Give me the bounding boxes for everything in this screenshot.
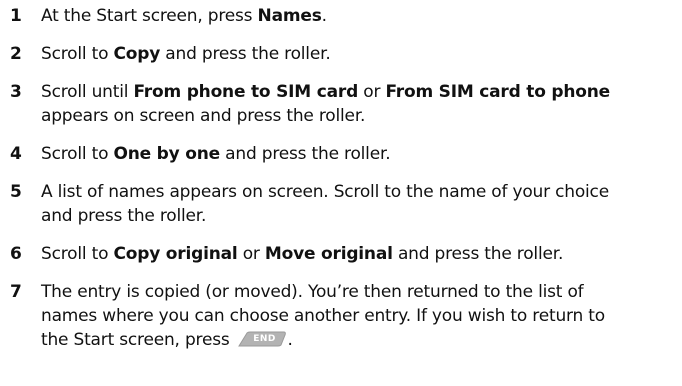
step-number: 2: [10, 44, 22, 64]
step-number: 1: [10, 6, 22, 26]
step-text: The entry is copied (or moved). You’re t…: [41, 282, 605, 350]
end-key-label: END: [253, 334, 276, 344]
option-one-by-one: One by one: [113, 144, 220, 164]
step-number: 4: [10, 144, 22, 164]
step-text: Scroll until From phone to SIM card or F…: [41, 82, 611, 126]
step-text: A list of names appears on screen. Scrol…: [41, 182, 609, 226]
step-text: Scroll to Copy and press the roller.: [41, 44, 331, 64]
step-text: At the Start screen, press Names.: [41, 6, 327, 26]
option-phone-to-sim: From phone to SIM card: [133, 82, 359, 102]
step-number: 6: [10, 244, 22, 264]
option-move-original: Move original: [264, 244, 393, 264]
menu-item-names: Names: [257, 6, 322, 26]
menu-item-copy: Copy: [113, 44, 161, 64]
step-number: 5: [10, 182, 22, 202]
option-copy-original: Copy original: [113, 244, 238, 264]
end-key-icon: END: [235, 331, 287, 347]
option-sim-to-phone: From SIM card to phone: [385, 82, 611, 102]
step-number: 7: [10, 282, 22, 302]
step-text: Scroll to One by one and press the rolle…: [41, 144, 391, 164]
step-text: Scroll to Copy original or Move original…: [41, 244, 564, 264]
step-number: 3: [10, 82, 22, 102]
